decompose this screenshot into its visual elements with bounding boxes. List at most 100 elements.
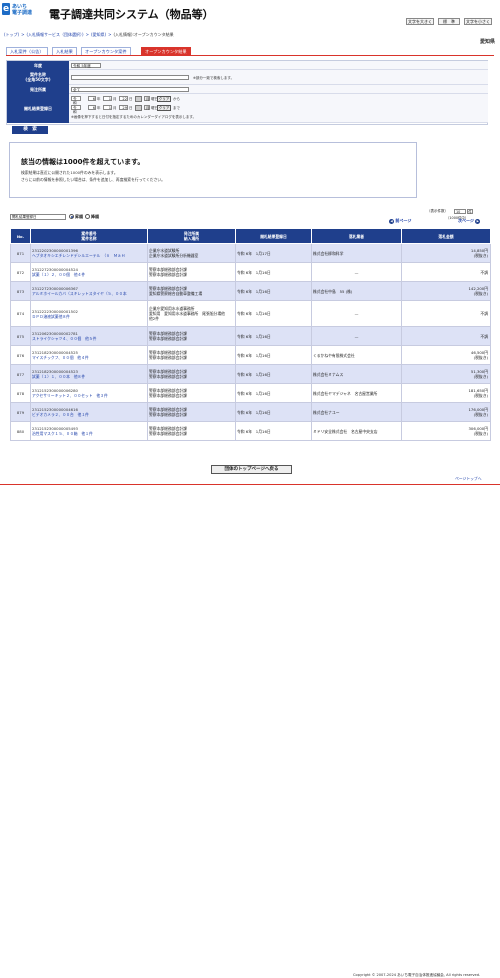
to-calendar-icon[interactable]: [135, 105, 142, 111]
row-no: 875: [10, 326, 31, 346]
row-case-name[interactable]: ストライクシャツ４、００個 他５件: [32, 336, 146, 341]
row-case-name[interactable]: アルミホイールカバ（スキレットスタイヤ（５、００本: [32, 291, 146, 296]
row-case-name[interactable]: ビデオカメラ２、００台 他１件: [32, 412, 146, 417]
row-vendor: 株式会社柳和科学: [311, 243, 402, 263]
row-case-name[interactable]: マイスチックフ、００個 他４件: [32, 355, 146, 360]
row-vendor: ミドリ安全株式会社 名古屋中央支店: [311, 421, 402, 441]
row-place-extra: 他2件: [149, 316, 160, 321]
row-amount: 不調: [480, 311, 488, 316]
logo-mark[interactable]: e: [2, 3, 10, 15]
table-row: 879 2312152300000004616 ビデオカメラ２、００台 他１件 警察本…: [10, 402, 491, 422]
to-clear-button[interactable]: クリア: [157, 105, 171, 111]
row-case-name[interactable]: ヘプタオキシエチレンドデシルエーテル （ｎ ＭａＨ: [32, 253, 146, 258]
breadcrumb-pref[interactable]: (愛知県): [91, 32, 106, 37]
page-top-link[interactable]: ページトップへ: [455, 476, 482, 482]
copyright: Copyright © 2007-2024 あいち電子自治体推進協議会, All…: [353, 973, 481, 977]
breadcrumb-top[interactable]: (トップ): [4, 32, 19, 37]
row-case-name[interactable]: 試薬（１）２、００個 他４件: [32, 272, 146, 277]
result-message-box: 該当の情報は1000件を超えています。 検索結果は直近に公開された1000件のみ…: [9, 142, 417, 198]
row-dept-cell: 警察本部総務部会計課 愛知県警察総合自動車整備工場: [147, 281, 236, 301]
from-day-input[interactable]: 22: [119, 96, 128, 101]
sort-asc-radio[interactable]: [69, 214, 74, 219]
row-case-cell: 2312152300000004616 ビデオカメラ２、００台 他１件: [30, 402, 148, 422]
row-case-cell: 2312202300000001396 ヘプタオキシエチレンドデシルエーテル （ｎ…: [30, 243, 148, 263]
row-case-name[interactable]: 試薬（１）１、００本 他８件: [32, 374, 146, 379]
table-row: 875 2312062300000002781 ストライクシャツ４、００個 他５件警…: [10, 326, 491, 346]
row-date: 令和 6年 1月16日: [235, 326, 312, 346]
sort-desc-radio[interactable]: [85, 214, 90, 219]
message-title: 該当の情報は1000件を超えています。: [21, 158, 145, 166]
row-amount-cell: 46,500円 (税抜き): [401, 345, 491, 365]
row-dept-cell: 警察本部総務部会計課 警察本部総務部会計課: [147, 421, 236, 441]
row-date: 令和 6年 1月16日: [235, 402, 312, 422]
row-case-name[interactable]: アクセサリーキット２、００セット 他３件: [32, 393, 146, 398]
row-place: 警察本部総務部会計課: [149, 355, 187, 360]
prev-page-link[interactable]: ◀ 前ページ: [389, 218, 411, 224]
to-day-input[interactable]: 29: [119, 105, 128, 110]
from-era-select[interactable]: 令和: [71, 96, 81, 105]
row-amount-cell: 176,000円 (税抜き): [401, 402, 491, 422]
row-amount-cell: 不調: [401, 262, 491, 282]
row-vendor: —: [311, 300, 402, 327]
breadcrumb-service[interactable]: (入札情報サービス（団体選択）): [26, 32, 83, 37]
col-dept: 発注所属 納入場所: [147, 228, 236, 244]
col-date: 開札結果登録日: [235, 228, 312, 244]
row-dept-cell: 警察本部総務部会計課 警察本部総務部会計課: [147, 402, 236, 422]
row-case-name[interactable]: ＤＰＤ溶液試薬他８件: [32, 314, 146, 319]
tab-underline: [6, 55, 494, 56]
row-place: 企業庁水道試験所分析機器室: [149, 253, 199, 258]
per-page-label: （表示件数）: [427, 209, 448, 213]
tab-open-counter-result[interactable]: オープンカウンタ結果: [141, 47, 191, 55]
row-no: 877: [10, 364, 31, 384]
day-unit: 日: [129, 97, 133, 101]
per-page-select[interactable]: 10: [454, 209, 466, 214]
row-place: 警察本部総務部会計課: [149, 336, 187, 341]
next-page-link[interactable]: 次ページ ▶: [458, 218, 481, 224]
to-year-input[interactable]: 6: [88, 105, 96, 110]
col-no: No.: [10, 228, 31, 244]
search-button[interactable]: 検 索: [12, 126, 48, 134]
results-table: No. 案件番号 案件名称 発注所属 納入場所 開札結果登録日 落札業者 落札金…: [10, 228, 491, 441]
row-vendor: 株式会社ミナムス: [311, 364, 402, 384]
font-small-button[interactable]: 文字を小さく: [464, 18, 492, 25]
from-clear-button[interactable]: クリア: [157, 96, 171, 102]
sort-select[interactable]: 開札結果登録日: [10, 214, 66, 220]
year-unit: 年: [97, 97, 101, 101]
row-date: 令和 6年 1月17日: [235, 243, 312, 263]
row-dept-cell: 警察本部総務部会計課 警察本部総務部会計課: [147, 364, 236, 384]
table-row: 878 2312152300000006280 アクセサリーキット２、００セット 他…: [10, 383, 491, 403]
year-select[interactable]: 令和 5年度: [71, 63, 101, 68]
row-case-cell: 2312152300000006280 アクセサリーキット２、００セット 他３件: [30, 383, 148, 403]
tab-open-counter[interactable]: オープンカウンタ案件: [81, 47, 131, 55]
from-year-input[interactable]: 6: [88, 96, 96, 101]
row-dept-cell: 警察本部総務部会計課 警察本部総務部会計課: [147, 326, 236, 346]
col-case: 案件番号 案件名称: [30, 228, 148, 244]
case-note: ※部分一致で検索します。: [193, 76, 235, 80]
tab-bid-result[interactable]: 入札結果: [52, 47, 77, 55]
back-to-top-button[interactable]: 団体のトップページへ戻る: [211, 465, 292, 474]
dept-select[interactable]: 全て: [71, 87, 189, 92]
row-place: 警察本部総務部会計課: [149, 272, 187, 277]
row-amount: 不調: [480, 269, 488, 275]
font-standard-button[interactable]: 標 準: [438, 18, 460, 25]
row-date: 令和 6年 1月16日: [235, 345, 312, 365]
day-unit: 日: [129, 106, 133, 110]
row-date: 令和 6年 1月16日: [235, 364, 312, 384]
case-name-input[interactable]: [71, 75, 189, 80]
to-era-select[interactable]: 令和: [71, 105, 81, 114]
row-case-name[interactable]: 治性用マスク１５、００箱 他１件: [32, 431, 146, 436]
message-line-1: 検索結果は直近に公開された1000件のみを表示します。: [21, 170, 118, 175]
tab-bid-announcement[interactable]: 入札案件（公告）: [6, 47, 48, 55]
to-month-input[interactable]: 1: [103, 105, 112, 110]
row-amount-note: (税抜き): [473, 431, 488, 436]
font-large-button[interactable]: 文字を大きく: [406, 18, 434, 25]
search-form: 年度 令和 5年度 案件名称 (全角50文字) ※部分一致で検索します。 発注所…: [6, 60, 488, 125]
breadcrumb: (トップ) > (入札情報サービス（団体選択）) > (愛知県) > (入札情報):オープン…: [4, 32, 176, 38]
row-amount: 不調: [480, 333, 488, 339]
from-calendar-icon[interactable]: [135, 96, 142, 102]
table-row: 880 2312152300000005493 治性用マスク１５、００箱 他１件 警察…: [10, 421, 491, 441]
calendar-note: ※画像を押下すると日付を指定するためのカレンダーダイアログを表示します。: [71, 115, 197, 119]
from-month-input[interactable]: 1: [103, 96, 112, 101]
footer: Copyright © 2007-2024 あいち電子自治体推進協議会, All…: [0, 484, 500, 977]
row-place: 愛知県警察総合自動車整備工場: [149, 291, 203, 296]
